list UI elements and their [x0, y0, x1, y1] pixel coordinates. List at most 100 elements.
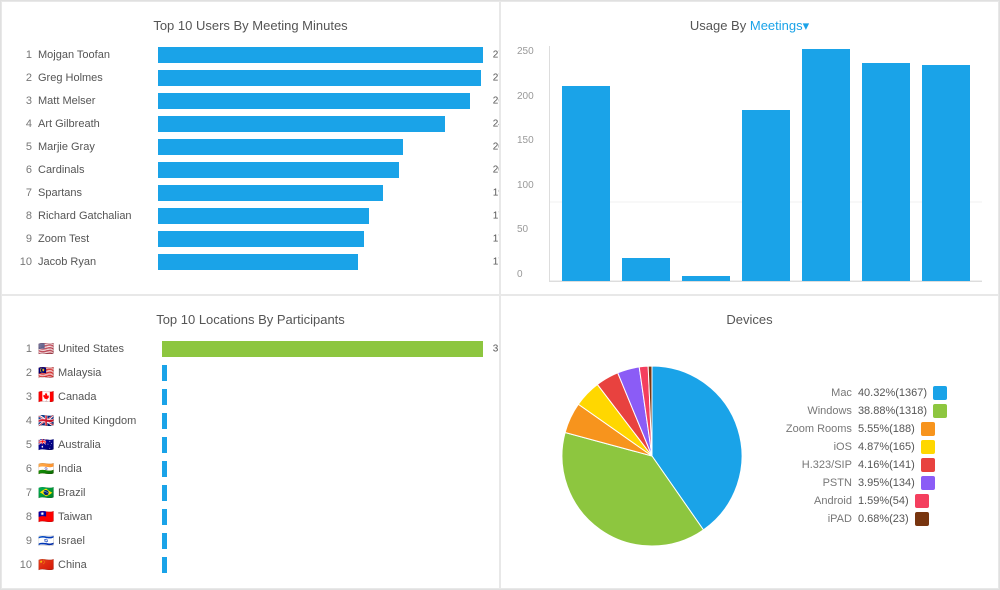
bar-label: Spartans: [38, 187, 158, 199]
bar-label: Matt Melser: [38, 95, 158, 107]
locations-chart: 1 🇺🇸 United States 3157 2 🇲🇾 Malaysia 33…: [18, 339, 483, 575]
loc-rank: 7: [18, 487, 32, 499]
loc-bar-container: 11: [162, 437, 483, 453]
loc-bar-container: 11: [162, 461, 483, 477]
loc-rank: 2: [18, 367, 32, 379]
legend-percent: 4.16%(141): [858, 459, 915, 471]
bar-value: 1909: [493, 188, 500, 199]
usage-bar-wrap: [858, 46, 914, 281]
loc-row: 7 🇧🇷 Brazil 7: [18, 483, 483, 503]
usage-bar: [562, 86, 610, 281]
usage-bar: [802, 49, 850, 281]
legend-dot: [933, 386, 947, 400]
legend-label: H.323/SIP: [772, 459, 852, 471]
loc-rank: 5: [18, 439, 32, 451]
loc-row: 1 🇺🇸 United States 3157: [18, 339, 483, 359]
loc-row: 6 🇮🇳 India 11: [18, 459, 483, 479]
loc-rank: 1: [18, 343, 32, 355]
legend-percent: 3.95%(134): [858, 477, 915, 489]
y-label-200: 200: [517, 91, 534, 102]
loc-bar-container: 7: [162, 485, 483, 501]
legend-item: H.323/SIP 4.16%(141): [772, 458, 947, 472]
bar-value: 2440: [493, 119, 500, 130]
loc-bar-container: 5: [162, 557, 483, 573]
legend-percent: 0.68%(23): [858, 513, 909, 525]
legend-percent: 1.59%(54): [858, 495, 909, 507]
bar-fill: [158, 70, 481, 86]
loc-value: 3157: [493, 344, 500, 355]
bar-value: 1701: [493, 257, 500, 268]
loc-bar-fill: [162, 509, 167, 525]
legend-label: Android: [772, 495, 852, 507]
loc-row: 2 🇲🇾 Malaysia 33: [18, 363, 483, 383]
legend-label: Windows: [772, 405, 852, 417]
legend-label: iOS: [772, 441, 852, 453]
bar-fill: [158, 116, 445, 132]
loc-flag: 🇨🇳: [38, 557, 58, 573]
loc-rank: 8: [18, 511, 32, 523]
legend-item: iPAD 0.68%(23): [772, 512, 947, 526]
bar-label: Mojgan Toofan: [38, 49, 158, 61]
loc-row: 9 🇮🇱 Israel 5: [18, 531, 483, 551]
legend-item: Zoom Rooms 5.55%(188): [772, 422, 947, 436]
legend-dot: [921, 440, 935, 454]
bar-row: 9 Zoom Test 1752: [18, 229, 483, 249]
bar-container: 2647: [158, 93, 483, 109]
bar-value: 2647: [493, 96, 500, 107]
locations-title: Top 10 Locations By Participants: [18, 312, 483, 327]
legend-item: PSTN 3.95%(134): [772, 476, 947, 490]
loc-row: 3 🇨🇦 Canada 33: [18, 387, 483, 407]
loc-flag: 🇹🇼: [38, 509, 58, 525]
loc-bar-fill: [162, 557, 167, 573]
loc-row: 10 🇨🇳 China 5: [18, 555, 483, 575]
loc-rank: 9: [18, 535, 32, 547]
bar-value: 1794: [493, 211, 500, 222]
bar-container: 2078: [158, 139, 483, 155]
loc-label: Malaysia: [58, 367, 158, 379]
loc-flag: 🇮🇱: [38, 533, 58, 549]
bar-fill: [158, 139, 403, 155]
usage-bar-wrap: [558, 46, 614, 281]
usage-bar-wrap: [798, 46, 854, 281]
legend-item: Android 1.59%(54): [772, 494, 947, 508]
bar-container: 2741: [158, 70, 483, 86]
y-label-150: 150: [517, 135, 534, 146]
legend-percent: 5.55%(188): [858, 423, 915, 435]
bar-fill: [158, 231, 364, 247]
y-label-0: 0: [517, 269, 534, 280]
loc-label: China: [58, 559, 158, 571]
loc-bar-fill: [162, 461, 167, 477]
loc-label: Brazil: [58, 487, 158, 499]
bar-fill: [158, 93, 470, 109]
bar-container: 2759: [158, 47, 483, 63]
legend-item: iOS 4.87%(165): [772, 440, 947, 454]
bar-fill: [158, 208, 369, 224]
locations-panel: Top 10 Locations By Participants 1 🇺🇸 Un…: [1, 295, 500, 589]
bar-label: Jacob Ryan: [38, 256, 158, 268]
usage-bar: [922, 65, 970, 281]
pie-svg: [552, 356, 752, 556]
bar-row: 1 Mojgan Toofan 2759: [18, 45, 483, 65]
bar-container: 1909: [158, 185, 483, 201]
usage-bar: [622, 258, 670, 282]
bar-fill: [158, 185, 383, 201]
loc-bar-fill: [162, 533, 167, 549]
bar-fill: [158, 162, 399, 178]
loc-bar-container: 5: [162, 533, 483, 549]
loc-flag: 🇧🇷: [38, 485, 58, 501]
y-label-250: 250: [517, 46, 534, 57]
bar-label: Cardinals: [38, 164, 158, 176]
bar-rank: 7: [18, 187, 32, 199]
loc-rank: 10: [18, 559, 32, 571]
bar-fill: [158, 254, 358, 270]
loc-flag: 🇮🇳: [38, 461, 58, 477]
usage-bar-wrap: [738, 46, 794, 281]
bar-rank: 2: [18, 72, 32, 84]
loc-label: United States: [58, 343, 158, 355]
dropdown-arrow-icon[interactable]: ▾: [803, 18, 810, 33]
loc-label: India: [58, 463, 158, 475]
loc-label: United Kingdom: [58, 415, 158, 427]
bar-rank: 4: [18, 118, 32, 130]
loc-flag: 🇬🇧: [38, 413, 58, 429]
loc-label: Israel: [58, 535, 158, 547]
